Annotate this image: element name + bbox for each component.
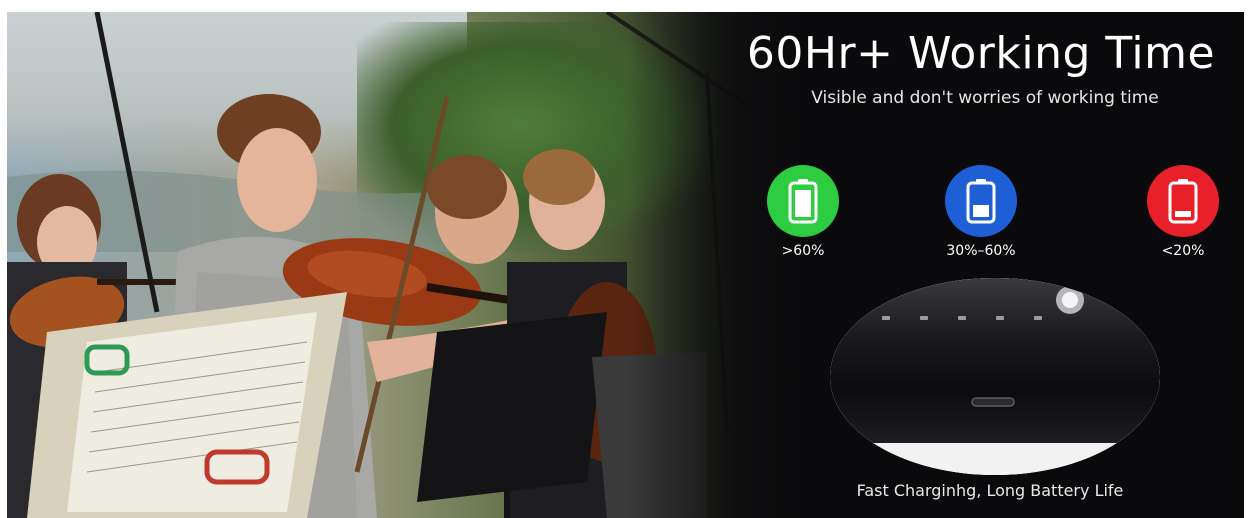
battery-indicator-low: <20% (1133, 165, 1233, 259)
battery-full-icon (767, 165, 839, 237)
battery-level-label: <20% (1161, 243, 1205, 259)
battery-indicator-medium: 30%–60% (931, 165, 1031, 259)
battery-level-label: 30%–60% (946, 243, 1016, 259)
usb-c-port-icon (971, 397, 1015, 407)
battery-half-icon (945, 165, 1017, 237)
headline: 60Hr+ Working Time (746, 28, 1216, 79)
device-closeup (830, 278, 1160, 475)
battery-indicator-high: >60% (753, 165, 853, 259)
battery-low-icon (1147, 165, 1219, 237)
feature-caption: Fast Charginhg, Long Battery Life (856, 481, 1124, 500)
battery-level-label: >60% (781, 243, 825, 259)
subheadline: Visible and don't worries of working tim… (811, 88, 1159, 108)
